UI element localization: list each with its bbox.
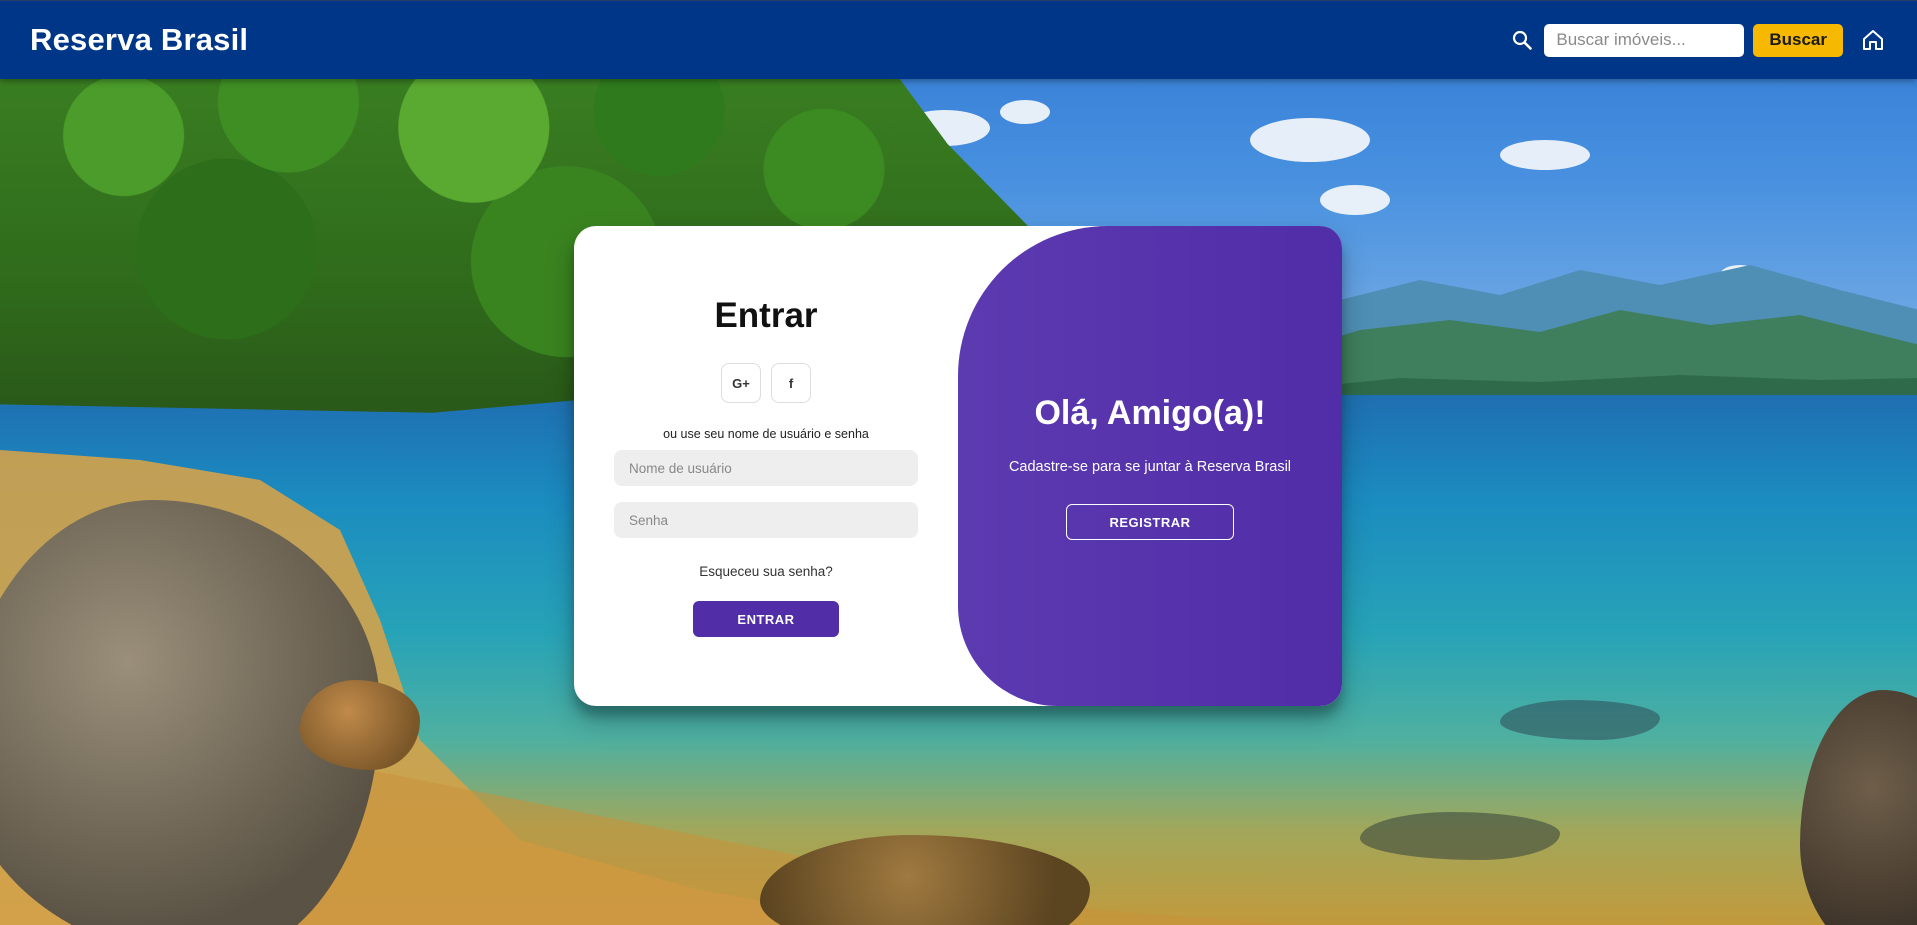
sign-in-button[interactable]: ENTRAR <box>693 601 839 637</box>
password-field[interactable] <box>614 502 918 538</box>
social-login-group: G+ f <box>721 363 811 403</box>
search-input[interactable] <box>1544 23 1745 57</box>
welcome-panel: Olá, Amigo(a)! Cadastre-se para se junta… <box>958 226 1342 706</box>
cloud <box>1250 118 1370 162</box>
facebook-login-button[interactable]: f <box>771 363 811 403</box>
rock <box>1500 700 1660 740</box>
brand-logo[interactable]: Reserva Brasil <box>30 22 248 58</box>
search-button[interactable]: Buscar <box>1753 23 1843 57</box>
home-icon[interactable] <box>1859 26 1887 54</box>
sign-in-form: Entrar G+ f ou use seu nome de usuário e… <box>574 226 958 706</box>
google-plus-icon: G+ <box>732 375 750 391</box>
credentials-hint: ou use seu nome de usuário e senha <box>663 427 869 441</box>
welcome-title: Olá, Amigo(a)! <box>1034 394 1266 432</box>
navbar-search-group: Buscar <box>1510 23 1887 57</box>
login-card: Entrar G+ f ou use seu nome de usuário e… <box>574 226 1342 706</box>
rock <box>1360 812 1560 860</box>
username-field[interactable] <box>614 450 918 486</box>
search-icon[interactable] <box>1510 28 1534 52</box>
cloud <box>1000 100 1050 124</box>
register-button[interactable]: REGISTRAR <box>1066 504 1234 540</box>
cloud <box>1320 185 1390 215</box>
welcome-text: Cadastre-se para se juntar à Reserva Bra… <box>1008 459 1292 475</box>
facebook-icon: f <box>788 375 794 391</box>
cloud <box>1500 140 1590 170</box>
rock <box>300 680 420 770</box>
google-login-button[interactable]: G+ <box>721 363 761 403</box>
top-navbar: Reserva Brasil Buscar <box>0 0 1917 79</box>
forgot-password-link[interactable]: Esqueceu sua senha? <box>699 564 833 579</box>
sign-in-title: Entrar <box>714 296 818 335</box>
